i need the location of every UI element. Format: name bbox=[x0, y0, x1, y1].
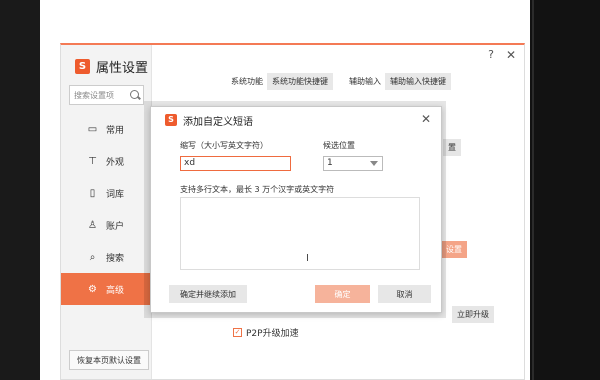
sidebar-item-label: 外观 bbox=[106, 157, 125, 168]
sidebar-item-search[interactable]: ⌕ 搜索 bbox=[61, 241, 152, 273]
system-shortcut-button[interactable]: 系统功能快捷键 bbox=[267, 73, 333, 90]
book-icon: ▯ bbox=[89, 187, 96, 199]
upgrade-now-button[interactable]: 立即升级 bbox=[452, 306, 494, 323]
sidebar-item-label: 账户 bbox=[106, 221, 125, 232]
shirt-icon: ⊤ bbox=[88, 155, 97, 167]
abbr-field[interactable]: xd bbox=[180, 156, 291, 171]
p2p-label: P2P升级加速 bbox=[246, 329, 299, 339]
window-edge bbox=[532, 0, 534, 380]
textarea-hint: 支持多行文本，最长 3 万个汉字或英文字符 bbox=[180, 185, 335, 194]
position-select[interactable]: 1 bbox=[323, 156, 383, 171]
sidebar-item-label: 搜索 bbox=[106, 253, 125, 264]
ok-button[interactable]: 确定 bbox=[315, 285, 370, 303]
sidebar-item-appearance[interactable]: ⊤ 外观 bbox=[61, 145, 152, 177]
settings-title: 属性设置 bbox=[96, 61, 149, 76]
phrase-textarea[interactable] bbox=[180, 197, 420, 270]
sidebar-item-account[interactable]: ♙ 账户 bbox=[61, 209, 152, 241]
settings-header: S 属性设置 bbox=[75, 57, 148, 76]
sidebar-item-common[interactable]: ▭ 常用 bbox=[61, 113, 152, 145]
position-value: 1 bbox=[327, 158, 333, 168]
right-dark-panel bbox=[530, 0, 600, 380]
dialog-title: 添加自定义短语 bbox=[183, 116, 253, 128]
search-placeholder: 搜索设置项 bbox=[74, 90, 114, 100]
system-function-label: 系统功能 bbox=[231, 77, 263, 86]
gear-icon: ⚙ bbox=[88, 283, 97, 295]
sogou-logo-icon: S bbox=[75, 59, 90, 74]
sidebar-nav: ▭ 常用 ⊤ 外观 ▯ 词库 ♙ 账户 ⌕ 搜索 ⚙ 高级 bbox=[61, 113, 152, 305]
sidebar-item-label: 词库 bbox=[106, 189, 125, 200]
search-icon: ⌕ bbox=[89, 251, 96, 263]
monitor-icon: ▭ bbox=[87, 123, 98, 135]
abbr-label: 缩写（大小写英文字符） bbox=[180, 141, 268, 150]
help-icon[interactable]: ? bbox=[488, 48, 494, 61]
close-icon[interactable]: ✕ bbox=[506, 48, 516, 62]
cancel-button[interactable]: 取消 bbox=[378, 285, 431, 303]
confirm-continue-button[interactable]: 确定并继续添加 bbox=[169, 285, 247, 303]
search-input[interactable]: 搜索设置项 bbox=[69, 85, 144, 105]
sogou-logo-icon: S bbox=[165, 114, 177, 126]
sidebar-item-advanced[interactable]: ⚙ 高级 bbox=[61, 273, 152, 305]
p2p-option[interactable]: ✓ P2P升级加速 bbox=[233, 326, 299, 339]
text-cursor-icon: I bbox=[306, 253, 309, 264]
shortcut-bar: 系统功能 系统功能快捷键 辅助输入 辅助输入快捷键 bbox=[231, 73, 467, 90]
chevron-down-icon bbox=[370, 161, 378, 166]
user-icon: ♙ bbox=[88, 219, 97, 231]
assist-input-label: 辅助输入 bbox=[349, 77, 381, 86]
restore-defaults-button[interactable]: 恢复本页默认设置 bbox=[69, 350, 149, 370]
add-custom-phrase-dialog: S 添加自定义短语 ✕ 缩写（大小写英文字符） xd 候选位置 1 支持多行文本… bbox=[150, 106, 442, 313]
sidebar-item-label: 常用 bbox=[106, 125, 125, 136]
sidebar-item-dictionary[interactable]: ▯ 词库 bbox=[61, 177, 152, 209]
assist-shortcut-button[interactable]: 辅助输入快捷键 bbox=[385, 73, 451, 90]
sidebar: S 属性设置 搜索设置项 ▭ 常用 ⊤ 外观 ▯ 词库 ♙ 账户 ⌕ 搜索 ⚙ … bbox=[61, 45, 152, 379]
close-icon[interactable]: ✕ bbox=[421, 112, 431, 126]
sidebar-item-label: 高级 bbox=[106, 285, 125, 296]
position-label: 候选位置 bbox=[323, 141, 355, 150]
dialog-header: S 添加自定义短语 bbox=[151, 107, 441, 133]
search-icon[interactable] bbox=[130, 90, 139, 99]
p2p-checkbox[interactable]: ✓ bbox=[233, 328, 242, 337]
